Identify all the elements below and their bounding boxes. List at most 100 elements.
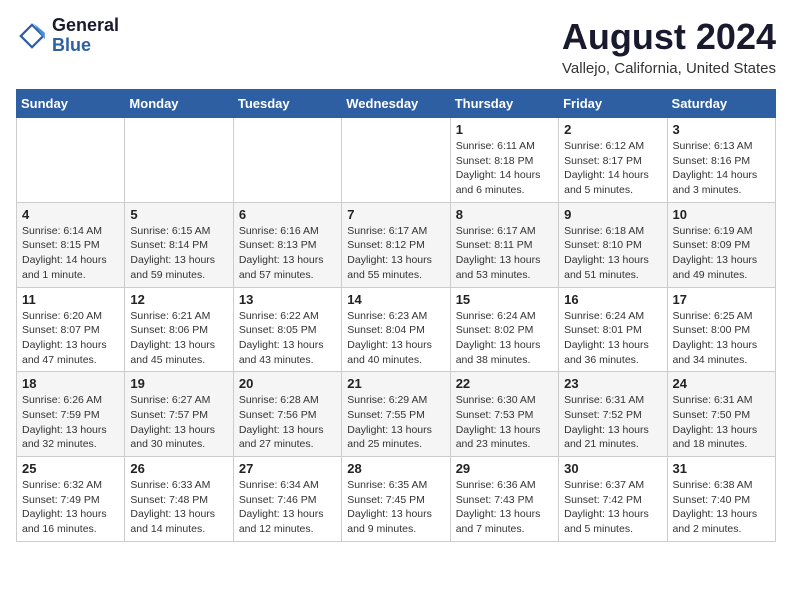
- day-info: Sunrise: 6:16 AMSunset: 8:13 PMDaylight:…: [239, 224, 336, 283]
- table-row: 20Sunrise: 6:28 AMSunset: 7:56 PMDayligh…: [233, 372, 341, 457]
- table-row: 7 Sunrise: 6:17 AMSunset: 8:12 PMDaylight…: [342, 202, 450, 287]
- logo-icon: [16, 20, 48, 52]
- calendar-row: 11 Sunrise: 6:20 AMSunset: 8:07 PMDayligh…: [17, 287, 776, 372]
- day-info: Sunrise: 6:34 AMSunset: 7:46 PMDaylight:…: [239, 478, 336, 537]
- table-row: 27 Sunrise: 6:34 AMSunset: 7:46 PMDayligh…: [233, 457, 341, 542]
- day-number: 25: [22, 461, 119, 476]
- day-info: Sunrise: 6:15 AMSunset: 8:14 PMDaylight:…: [130, 224, 227, 283]
- table-row: 18 Sunrise: 6:26 AMSunset: 7:59 PMDayligh…: [17, 372, 125, 457]
- day-number: 5: [130, 207, 227, 222]
- header-monday: Monday: [125, 90, 233, 118]
- day-number: 19: [130, 376, 227, 391]
- table-row: 5 Sunrise: 6:15 AMSunset: 8:14 PMDaylight…: [125, 202, 233, 287]
- day-info: Sunrise: 6:33 AMSunset: 7:48 PMDaylight:…: [130, 478, 227, 537]
- day-number: 24: [673, 376, 770, 391]
- day-info: Sunrise: 6:18 AMSunset: 8:10 PMDaylight:…: [564, 224, 661, 283]
- table-row: 29 Sunrise: 6:36 AMSunset: 7:43 PMDayligh…: [450, 457, 558, 542]
- table-row: 11 Sunrise: 6:20 AMSunset: 8:07 PMDayligh…: [17, 287, 125, 372]
- table-row: [233, 118, 341, 203]
- table-row: 14 Sunrise: 6:23 AMSunset: 8:04 PMDayligh…: [342, 287, 450, 372]
- day-number: 18: [22, 376, 119, 391]
- day-number: 22: [456, 376, 553, 391]
- day-info: Sunrise: 6:24 AMSunset: 8:01 PMDaylight:…: [564, 309, 661, 368]
- table-row: 25 Sunrise: 6:32 AMSunset: 7:49 PMDayligh…: [17, 457, 125, 542]
- table-row: 31Sunrise: 6:38 AMSunset: 7:40 PMDayligh…: [667, 457, 775, 542]
- table-row: 10 Sunrise: 6:19 AMSunset: 8:09 PMDayligh…: [667, 202, 775, 287]
- header-friday: Friday: [559, 90, 667, 118]
- day-info: Sunrise: 6:31 AMSunset: 7:50 PMDaylight:…: [673, 393, 770, 452]
- table-row: 26 Sunrise: 6:33 AMSunset: 7:48 PMDayligh…: [125, 457, 233, 542]
- day-number: 20: [239, 376, 336, 391]
- header-sunday: Sunday: [17, 90, 125, 118]
- day-number: 29: [456, 461, 553, 476]
- day-info: Sunrise: 6:26 AMSunset: 7:59 PMDaylight:…: [22, 393, 119, 452]
- table-row: 16 Sunrise: 6:24 AMSunset: 8:01 PMDayligh…: [559, 287, 667, 372]
- table-row: 4Sunrise: 6:14 AMSunset: 8:15 PMDaylight…: [17, 202, 125, 287]
- day-number: 26: [130, 461, 227, 476]
- day-number: 12: [130, 292, 227, 307]
- table-row: 2 Sunrise: 6:12 AMSunset: 8:17 PMDaylight…: [559, 118, 667, 203]
- day-info: Sunrise: 6:21 AMSunset: 8:06 PMDaylight:…: [130, 309, 227, 368]
- table-row: 13 Sunrise: 6:22 AMSunset: 8:05 PMDayligh…: [233, 287, 341, 372]
- day-number: 6: [239, 207, 336, 222]
- logo: General Blue: [16, 16, 119, 56]
- day-number: 14: [347, 292, 444, 307]
- table-row: 28Sunrise: 6:35 AMSunset: 7:45 PMDayligh…: [342, 457, 450, 542]
- day-number: 3: [673, 122, 770, 137]
- day-number: 30: [564, 461, 661, 476]
- day-info: Sunrise: 6:19 AMSunset: 8:09 PMDaylight:…: [673, 224, 770, 283]
- page-header: General Blue August 2024 Vallejo, Califo…: [16, 16, 776, 77]
- weekday-header-row: Sunday Monday Tuesday Wednesday Thursday…: [17, 90, 776, 118]
- calendar-table: Sunday Monday Tuesday Wednesday Thursday…: [16, 89, 776, 542]
- day-info: Sunrise: 6:17 AMSunset: 8:11 PMDaylight:…: [456, 224, 553, 283]
- day-info: Sunrise: 6:25 AMSunset: 8:00 PMDaylight:…: [673, 309, 770, 368]
- table-row: [342, 118, 450, 203]
- location-subtitle: Vallejo, California, United States: [562, 60, 776, 77]
- day-number: 8: [456, 207, 553, 222]
- day-info: Sunrise: 6:23 AMSunset: 8:04 PMDaylight:…: [347, 309, 444, 368]
- logo-text: General Blue: [52, 16, 119, 56]
- day-number: 2: [564, 122, 661, 137]
- calendar-row: 25 Sunrise: 6:32 AMSunset: 7:49 PMDayligh…: [17, 457, 776, 542]
- day-info: Sunrise: 6:37 AMSunset: 7:42 PMDaylight:…: [564, 478, 661, 537]
- table-row: 8 Sunrise: 6:17 AMSunset: 8:11 PMDaylight…: [450, 202, 558, 287]
- day-number: 28: [347, 461, 444, 476]
- day-info: Sunrise: 6:29 AMSunset: 7:55 PMDaylight:…: [347, 393, 444, 452]
- header-wednesday: Wednesday: [342, 90, 450, 118]
- day-info: Sunrise: 6:20 AMSunset: 8:07 PMDaylight:…: [22, 309, 119, 368]
- day-info: Sunrise: 6:27 AMSunset: 7:57 PMDaylight:…: [130, 393, 227, 452]
- day-info: Sunrise: 6:11 AMSunset: 8:18 PMDaylight:…: [456, 139, 553, 198]
- calendar-row: 4Sunrise: 6:14 AMSunset: 8:15 PMDaylight…: [17, 202, 776, 287]
- header-saturday: Saturday: [667, 90, 775, 118]
- day-number: 7: [347, 207, 444, 222]
- table-row: 17 Sunrise: 6:25 AMSunset: 8:00 PMDayligh…: [667, 287, 775, 372]
- day-number: 16: [564, 292, 661, 307]
- day-number: 23: [564, 376, 661, 391]
- table-row: 12 Sunrise: 6:21 AMSunset: 8:06 PMDayligh…: [125, 287, 233, 372]
- header-thursday: Thursday: [450, 90, 558, 118]
- day-number: 1: [456, 122, 553, 137]
- table-row: 9 Sunrise: 6:18 AMSunset: 8:10 PMDaylight…: [559, 202, 667, 287]
- table-row: 22Sunrise: 6:30 AMSunset: 7:53 PMDayligh…: [450, 372, 558, 457]
- table-row: 19 Sunrise: 6:27 AMSunset: 7:57 PMDayligh…: [125, 372, 233, 457]
- day-info: Sunrise: 6:12 AMSunset: 8:17 PMDaylight:…: [564, 139, 661, 198]
- title-area: August 2024 Vallejo, California, United …: [562, 16, 776, 77]
- day-number: 27: [239, 461, 336, 476]
- table-row: 21Sunrise: 6:29 AMSunset: 7:55 PMDayligh…: [342, 372, 450, 457]
- day-number: 13: [239, 292, 336, 307]
- day-number: 9: [564, 207, 661, 222]
- month-year-title: August 2024: [562, 16, 776, 58]
- day-number: 17: [673, 292, 770, 307]
- table-row: 1 Sunrise: 6:11 AMSunset: 8:18 PMDaylight…: [450, 118, 558, 203]
- day-info: Sunrise: 6:24 AMSunset: 8:02 PMDaylight:…: [456, 309, 553, 368]
- day-info: Sunrise: 6:32 AMSunset: 7:49 PMDaylight:…: [22, 478, 119, 537]
- day-info: Sunrise: 6:36 AMSunset: 7:43 PMDaylight:…: [456, 478, 553, 537]
- day-info: Sunrise: 6:22 AMSunset: 8:05 PMDaylight:…: [239, 309, 336, 368]
- day-info: Sunrise: 6:14 AMSunset: 8:15 PMDaylight:…: [22, 224, 119, 283]
- day-number: 10: [673, 207, 770, 222]
- day-number: 11: [22, 292, 119, 307]
- day-number: 15: [456, 292, 553, 307]
- day-info: Sunrise: 6:17 AMSunset: 8:12 PMDaylight:…: [347, 224, 444, 283]
- table-row: 30 Sunrise: 6:37 AMSunset: 7:42 PMDayligh…: [559, 457, 667, 542]
- table-row: [125, 118, 233, 203]
